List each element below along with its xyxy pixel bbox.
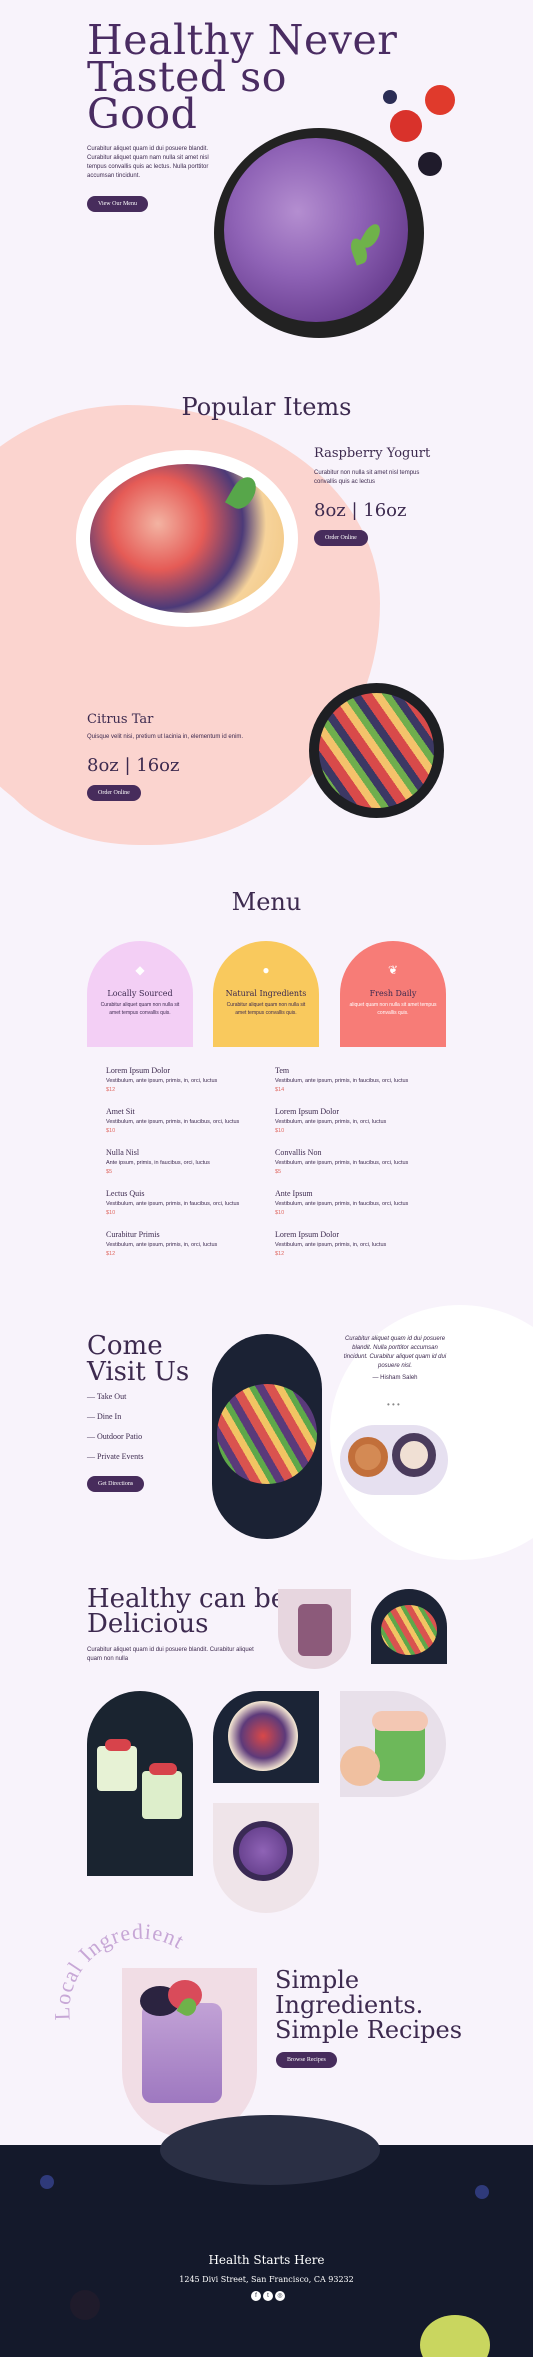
card-title: Fresh Daily <box>369 989 417 998</box>
menu-item: Lorem Ipsum Dolor Vestibulum, ante ipsum,… <box>106 1066 218 1093</box>
visit-option: — Dine In <box>87 1412 122 1421</box>
visit-option: — Private Events <box>87 1452 144 1461</box>
visit-title-line: Visit Us <box>87 1357 190 1387</box>
parfait-image <box>278 1589 351 1669</box>
healthy-title-line: Delicious <box>87 1609 209 1639</box>
facebook-icon[interactable]: f <box>251 2291 261 2301</box>
menu-item: Tem Vestibulum, ante ipsum, primis, in fa… <box>275 1066 409 1093</box>
citrus-tar-price: 8oz | 16oz <box>87 755 180 776</box>
apple-image <box>420 2315 490 2357</box>
simple-recipes-title: Simple Ingredients. Simple Recipes <box>275 1968 462 2043</box>
order-online-button[interactable]: Order Online <box>314 530 368 546</box>
ice-cream-cup-image <box>340 1691 446 1797</box>
visit-option: — Outdoor Patio <box>87 1432 143 1441</box>
raspberry-yogurt-price: 8oz | 16oz <box>314 500 407 521</box>
berry-parfait-image <box>122 1968 257 2138</box>
fresh-daily-card: ❦ Fresh Daily aliquet quam non nulla sit… <box>340 941 446 1047</box>
menu-item: Lectus Quis Vestibulum, ante ipsum, primi… <box>106 1189 240 1216</box>
carousel-dots[interactable]: • • • <box>387 1400 400 1409</box>
locally-sourced-card: ◆ Locally Sourced Curabitur aliquet quam… <box>87 941 193 1047</box>
bowl-image <box>160 2115 380 2185</box>
visit-title: Come Visit Us <box>87 1333 189 1385</box>
raspberry-yogurt-title: Raspberry Yogurt <box>314 446 431 461</box>
footer: Health Starts Here 1245 Divi Street, San… <box>0 2115 533 2357</box>
card-desc: Curabitur aliquet quam non nulla sit ame… <box>226 1002 306 1016</box>
visit-option: — Take Out <box>87 1392 127 1401</box>
simple-recipes-title-line: Simple Recipes <box>275 2016 463 2044</box>
popular-items-title: Popular Items <box>181 393 352 421</box>
simple-recipes-title-line: Simple <box>275 1966 360 1994</box>
menu-title: Menu <box>231 888 302 916</box>
browse-recipes-button[interactable]: Browse Recipes <box>276 2052 337 2068</box>
card-desc: Curabitur aliquet quam non nulla sit ame… <box>100 1002 180 1016</box>
natural-ingredients-card: ● Natural Ingredients Curabitur aliquet … <box>213 941 319 1047</box>
footer-cta: Health Starts Here <box>208 2253 325 2267</box>
leaf-icon: ❦ <box>387 963 399 977</box>
hero-text: Curabitur aliquet quam id dui posuere bl… <box>87 146 209 179</box>
menu-list-left: Lorem Ipsum Dolor Vestibulum, ante ipsum,… <box>106 1066 266 1271</box>
testimonial-author: — Hisham Saleh <box>372 1375 418 1381</box>
hero-title-line: Good <box>87 90 198 138</box>
menu-item: Curabitur Primis Vestibulum, ante ipsum, … <box>106 1230 218 1257</box>
berry-bowl-image <box>213 1691 319 1783</box>
view-menu-button[interactable]: View Our Menu <box>87 196 148 212</box>
healthy-text: Curabitur aliquet quam id dui posuere bl… <box>87 1647 254 1662</box>
menu-item: Amet Sit Vestibulum, ante ipsum, primis, … <box>106 1107 240 1134</box>
page: Healthy Never Tasted so Good Curabitur a… <box>0 0 533 2357</box>
smoothie-bowl-image <box>371 1589 447 1664</box>
fruit-bowl-image <box>82 456 292 621</box>
acai-bowl-image <box>214 128 424 338</box>
visit-title-line: Come <box>87 1331 163 1361</box>
blueberry-image <box>475 2185 489 2199</box>
acai-bowl-image <box>213 1803 319 1913</box>
apple-icon: ● <box>262 963 270 977</box>
hero-title: Healthy Never Tasted so Good <box>87 20 397 138</box>
raspberry-yogurt-desc: Curabitur non nulla sit amet nisl tempus… <box>314 470 420 485</box>
menu-item: Lorem Ipsum Dolor Vestibulum, ante ipsum,… <box>275 1107 387 1134</box>
strawberry-image <box>425 85 455 115</box>
citrus-tar-desc: Quisque velit nisi, pretium ut lacinia i… <box>87 734 244 740</box>
menu-item: Lorem Ipsum Dolor Vestibulum, ante ipsum,… <box>275 1230 387 1257</box>
menu-item: Ante Ipsum Vestibulum, ante ipsum, primis… <box>275 1189 409 1216</box>
get-directions-button[interactable]: Get Directions <box>87 1476 145 1492</box>
leaf-icon: ◆ <box>135 963 145 977</box>
smoothie-bowl-image <box>309 683 444 818</box>
fruit-cups-image <box>87 1691 193 1876</box>
twitter-icon[interactable]: t <box>263 2291 273 2301</box>
blueberry-image <box>383 90 397 104</box>
blackberry-image <box>418 152 442 176</box>
menu-list-right: Tem Vestibulum, ante ipsum, primis, in fa… <box>275 1066 435 1271</box>
blackberry-image <box>70 2290 100 2320</box>
card-title: Locally Sourced <box>107 989 173 998</box>
menu-item: Convallis Non Vestibulum, ante ipsum, pri… <box>275 1148 409 1175</box>
strawberry-image <box>390 110 422 142</box>
blueberry-image <box>40 2175 54 2189</box>
card-title: Natural Ingredients <box>225 989 307 998</box>
testimonial-quote: Curabitur aliquet quam id dui posuere bl… <box>343 1336 447 1369</box>
smoothie-bowl-image <box>212 1334 322 1539</box>
simple-recipes-title-line: Ingredients. <box>275 1991 424 2019</box>
visit-options: — Take Out — Dine In — Outdoor Patio — P… <box>87 1392 143 1472</box>
instagram-icon[interactable]: ◎ <box>275 2291 285 2301</box>
footer-address: 1245 Divi Street, San Francisco, CA 9323… <box>179 2275 354 2284</box>
healthy-title: Healthy can be Delicious <box>87 1586 286 1639</box>
citrus-tar-title: Citrus Tar <box>87 712 154 727</box>
order-online-button[interactable]: Order Online <box>87 785 141 801</box>
donuts-image <box>340 1425 448 1495</box>
card-desc: aliquet quam non nulla sit amet tempus c… <box>349 1002 437 1016</box>
menu-item: Nulla Nisl Ante ipsum, primis, in faucibu… <box>106 1148 210 1175</box>
